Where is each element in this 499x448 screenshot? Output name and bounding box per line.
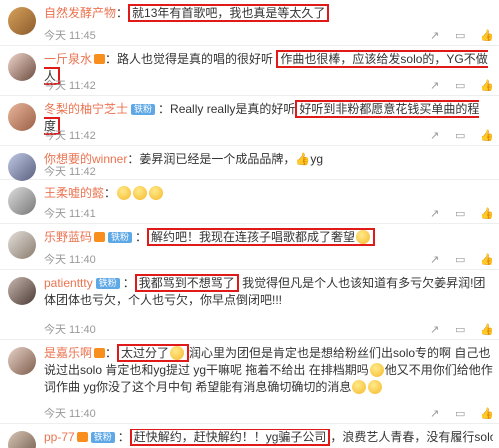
timestamp: 今天 11:45 bbox=[44, 30, 96, 42]
username[interactable]: patienttty bbox=[44, 276, 93, 290]
comment-text: 一斤泉水 ：路人也觉得是真的唱的很好听 作曲也很棒，应该给发solo的，YG不做人 bbox=[44, 50, 488, 85]
comment-row: 冬梨的柚宁芝士 铁粉 ：Really really是真的好听 好听到非粉都愿意花钱买单… bbox=[0, 96, 499, 146]
timestamp: 今天 11:42 bbox=[44, 166, 96, 178]
comment-actions: ↗ ▭ 👍 bbox=[430, 30, 494, 42]
comment-text: pp-77 铁粉：赶快解约，赶快解约！！yg骗子公司 ，浪费艺人青春，没有履行sol… bbox=[44, 429, 493, 446]
emoji-icon bbox=[368, 380, 383, 394]
highlighted-text: 就13年有首歌吧，我也真是等太久了 bbox=[128, 4, 330, 22]
emoji-icon bbox=[170, 346, 185, 360]
comment-row: 你想要的winner：姜昇润已经是一个成品品牌，👍yg 今天 11:42 bbox=[0, 146, 499, 181]
username[interactable]: 一斤泉水 bbox=[44, 52, 92, 66]
comment-row: 是嘉乐啊：太过分了 润心里为团但是肯定也是想给粉丝们出solo专的啊 自己也说过出… bbox=[0, 340, 499, 424]
comment-text: 你想要的winner：姜昇润已经是一个成品品牌，👍yg bbox=[44, 152, 324, 166]
emoji-icon bbox=[117, 186, 132, 200]
comment-actions: ↗ ▭ 👍 bbox=[430, 130, 494, 142]
emoji-icon bbox=[133, 186, 148, 200]
like-icon[interactable]: 👍 bbox=[480, 30, 494, 42]
share-icon[interactable]: ↗ bbox=[430, 408, 441, 420]
avatar[interactable] bbox=[8, 153, 36, 181]
share-icon[interactable]: ↗ bbox=[430, 254, 441, 266]
timestamp: 今天 11:41 bbox=[44, 208, 96, 220]
share-icon[interactable]: ↗ bbox=[430, 130, 441, 142]
comment-row: 自然发酵产物： 就13年有首歌吧，我也真是等太久了 今天 11:45 ↗ ▭ 👍 bbox=[0, 0, 499, 46]
avatar[interactable] bbox=[8, 187, 36, 215]
comment-row: pp-77 铁粉：赶快解约，赶快解约！！yg骗子公司 ，浪费艺人青春，没有履行sol… bbox=[0, 424, 499, 448]
timestamp: 今天 11:40 bbox=[44, 408, 96, 420]
fan-badge: 铁粉 bbox=[108, 232, 133, 243]
avatar[interactable] bbox=[8, 347, 36, 375]
highlighted-text: 我都骂到不想骂了 bbox=[134, 274, 239, 292]
comment-icon[interactable]: ▭ bbox=[455, 30, 466, 42]
avatar[interactable] bbox=[8, 431, 36, 448]
username[interactable]: 乐野蓝码 bbox=[44, 230, 92, 244]
avatar[interactable] bbox=[8, 103, 36, 131]
comment-row: 王柔嘘的懿： 今天 11:41 ↗ ▭ 👍 bbox=[0, 180, 499, 224]
avatar[interactable] bbox=[8, 277, 36, 305]
timestamp: 今天 11:42 bbox=[44, 130, 96, 142]
timestamp: 今天 11:40 bbox=[44, 254, 96, 266]
comment-row: 一斤泉水 ：路人也觉得是真的唱的很好听 作曲也很棒，应该给发solo的，YG不做人… bbox=[0, 46, 499, 96]
username[interactable]: 你想要的winner bbox=[44, 152, 127, 166]
fan-badge: 铁粉 bbox=[131, 104, 156, 115]
comment-actions: ↗ ▭ 👍 bbox=[430, 408, 494, 420]
comment-icon[interactable]: ▭ bbox=[455, 80, 466, 92]
comment-icon[interactable]: ▭ bbox=[455, 408, 466, 420]
timestamp: 今天 11:42 bbox=[44, 80, 96, 92]
like-icon[interactable]: 👍 bbox=[480, 324, 494, 336]
like-icon[interactable]: 👍 bbox=[480, 130, 494, 142]
emoji-icon bbox=[369, 363, 384, 377]
vip-badge bbox=[76, 432, 88, 442]
highlighted-text: 赶快解约，赶快解约！！yg骗子公司 bbox=[129, 429, 331, 446]
comment-icon[interactable]: ▭ bbox=[455, 130, 466, 142]
timestamp: 今天 11:40 bbox=[44, 324, 96, 336]
comment-actions: ↗ ▭ 👍 bbox=[430, 324, 494, 336]
comment-text: 王柔嘘的懿： bbox=[44, 185, 493, 202]
comment-actions: ↗ ▭ 👍 bbox=[430, 208, 494, 220]
avatar[interactable] bbox=[8, 53, 36, 81]
comment-row: patienttty 铁粉：我都骂到不想骂了 我觉得但凡是个人也该知道有多亏欠姜昇… bbox=[0, 270, 499, 340]
username[interactable]: 自然发酵产物 bbox=[44, 6, 116, 20]
comment-icon[interactable]: ▭ bbox=[455, 208, 466, 220]
comment-icon[interactable]: ▭ bbox=[455, 254, 466, 266]
like-icon[interactable]: 👍 bbox=[480, 254, 494, 266]
highlighted-text: 太过分了 bbox=[117, 344, 190, 362]
comment-actions: ↗ ▭ 👍 bbox=[430, 254, 494, 266]
username[interactable]: 冬梨的柚宁芝士 bbox=[44, 102, 128, 116]
username[interactable]: pp-77 bbox=[44, 430, 75, 444]
comment-actions: ↗ ▭ 👍 bbox=[430, 80, 494, 92]
comment-text: patienttty 铁粉：我都骂到不想骂了 我觉得但凡是个人也该知道有多亏欠姜昇… bbox=[44, 274, 486, 307]
like-icon[interactable]: 👍 bbox=[480, 80, 494, 92]
avatar[interactable] bbox=[8, 7, 36, 35]
comment-text: 自然发酵产物： 就13年有首歌吧，我也真是等太久了 bbox=[44, 4, 493, 22]
fan-badge: 铁粉 bbox=[90, 432, 115, 443]
like-icon[interactable]: 👍 bbox=[480, 408, 494, 420]
comment-icon[interactable]: ▭ bbox=[455, 324, 466, 336]
avatar[interactable] bbox=[8, 231, 36, 259]
comment-text: 是嘉乐啊：太过分了 润心里为团但是肯定也是想给粉丝们出solo专的啊 自己也说过出… bbox=[44, 344, 493, 394]
vip-badge bbox=[94, 348, 106, 358]
fan-badge: 铁粉 bbox=[95, 278, 120, 289]
share-icon[interactable]: ↗ bbox=[430, 324, 441, 336]
comment-text: 乐野蓝码 铁粉：解约吧！我现在连孩子唱歌都成了奢望 bbox=[44, 228, 493, 246]
highlighted-text: 解约吧！我现在连孩子唱歌都成了奢望 bbox=[147, 228, 376, 246]
comment-row: 乐野蓝码 铁粉：解约吧！我现在连孩子唱歌都成了奢望 今天 11:40 ↗ ▭ 👍 bbox=[0, 224, 499, 270]
share-icon[interactable]: ↗ bbox=[430, 208, 441, 220]
emoji-icon bbox=[352, 380, 367, 394]
vip-badge bbox=[94, 232, 106, 242]
share-icon[interactable]: ↗ bbox=[430, 30, 441, 42]
emoji-icon bbox=[149, 186, 164, 200]
comment-text: 冬梨的柚宁芝士 铁粉 ：Really really是真的好听 好听到非粉都愿意花钱买单… bbox=[44, 100, 480, 135]
username[interactable]: 王柔嘘的懿 bbox=[44, 186, 104, 200]
vip-badge bbox=[94, 54, 106, 64]
like-icon[interactable]: 👍 bbox=[480, 208, 494, 220]
username[interactable]: 是嘉乐啊 bbox=[44, 346, 92, 360]
share-icon[interactable]: ↗ bbox=[430, 80, 441, 92]
emoji-icon bbox=[356, 230, 371, 244]
